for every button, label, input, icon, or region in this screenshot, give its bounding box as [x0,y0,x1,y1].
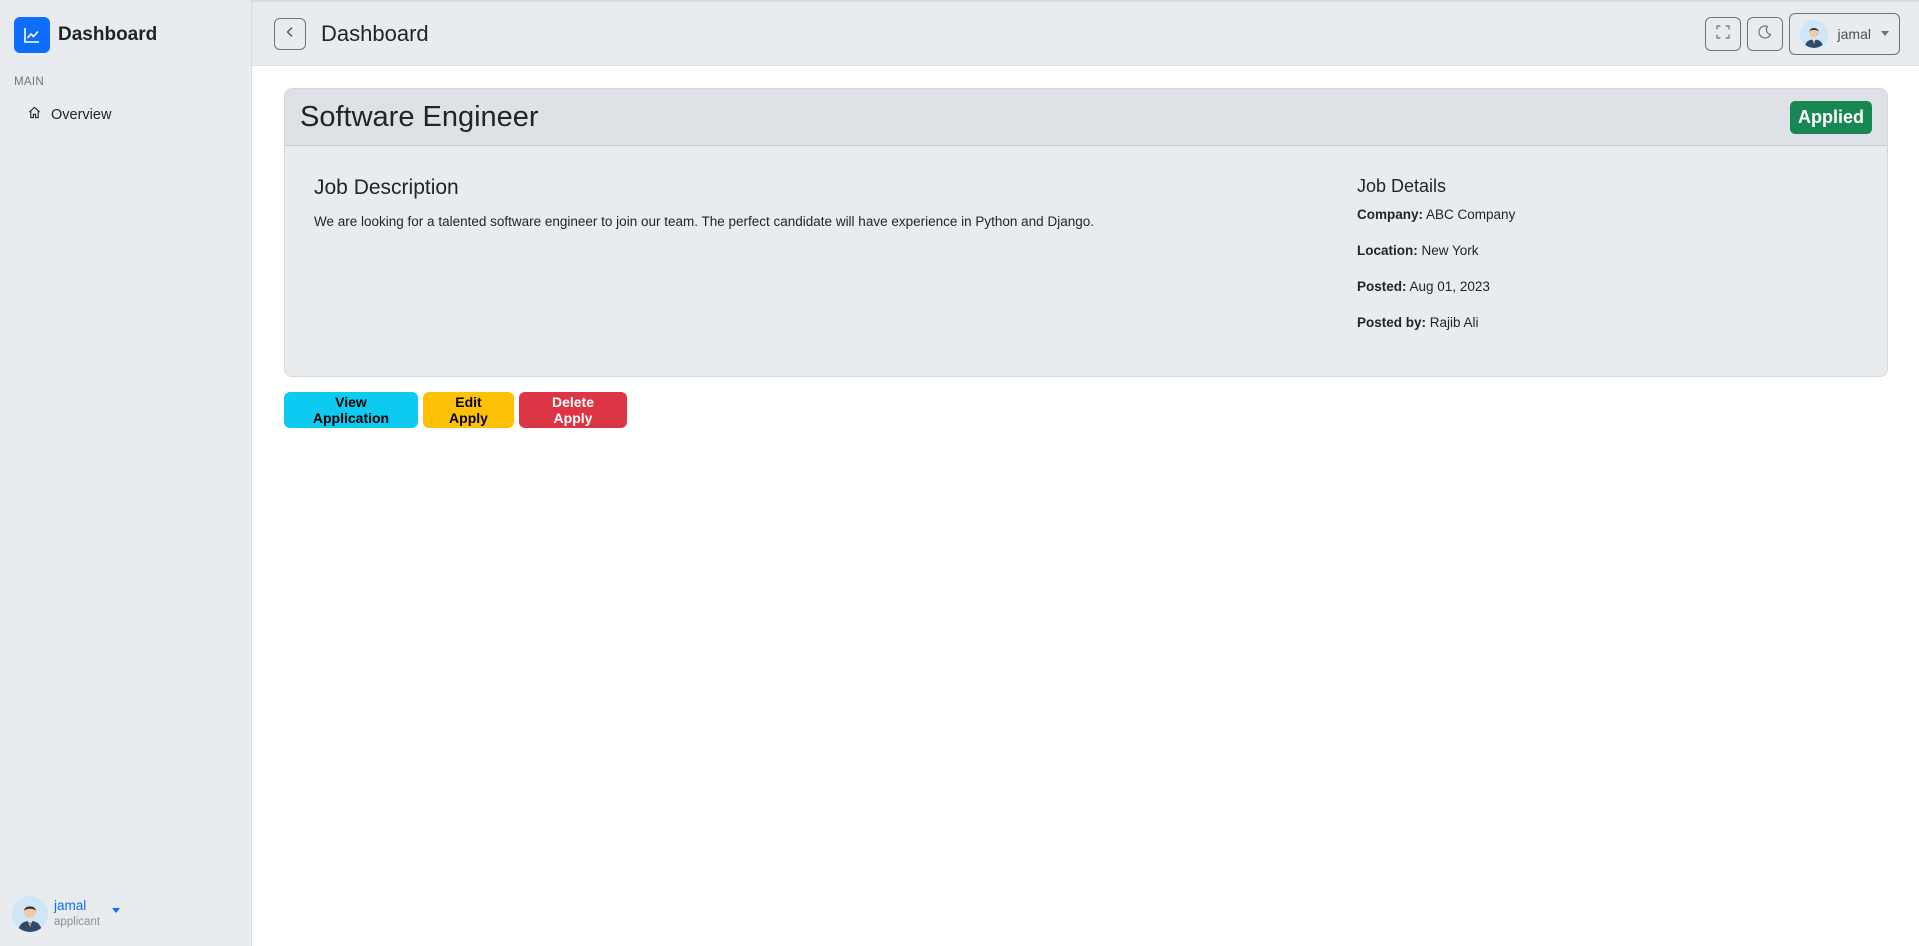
topbar: Dashboard jamal [252,0,1919,66]
status-badge: Applied [1790,100,1872,134]
brand[interactable]: Dashboard [0,0,251,53]
section-label-main: MAIN [14,76,44,88]
detail-label: Company: [1357,207,1424,222]
job-card-body: Job Description We are looking for a tal… [285,146,1887,376]
detail-label: Posted by: [1357,315,1427,330]
delete-apply-button[interactable]: Delete Apply [519,392,627,428]
sidebar-user-role: applicant [54,916,101,929]
sidebar: Dashboard MAIN Overview jamal applicant [0,0,252,946]
topbar-user-name: jamal [1837,25,1871,42]
detail-value: Rajib Ali [1429,315,1479,330]
chevron-left-icon [284,26,296,41]
job-details-heading: Job Details [1357,176,1447,196]
fullscreen-button[interactable] [1704,16,1741,51]
caret-down-icon [112,907,121,913]
sidebar-user-menu[interactable]: jamal applicant [12,896,121,932]
detail-posted-by: Posted by: Rajib Ali [1357,315,1515,330]
brand-title: Dashboard [58,23,158,45]
sidebar-user-name: jamal [54,898,87,914]
sidebar-item-overview[interactable]: Overview [0,100,251,129]
job-card: Software Engineer Applied Job Descriptio… [284,88,1888,377]
detail-posted: Posted: Aug 01, 2023 [1357,279,1515,294]
job-description-heading: Job Description [314,176,459,199]
chart-line-icon [14,16,50,53]
job-card-header: Software Engineer Applied [285,89,1887,146]
detail-location: Location: New York [1357,243,1515,258]
job-details-section: Job Details Company: ABC Company Locatio… [1357,146,1515,376]
content: Software Engineer Applied Job Descriptio… [252,66,1919,428]
action-buttons: View Application Edit Apply Delete Apply [284,392,1888,428]
fullscreen-icon [1715,25,1730,42]
page-title: Dashboard [321,20,429,46]
edit-apply-button[interactable]: Edit Apply [423,392,514,428]
detail-value: Aug 01, 2023 [1409,279,1490,294]
detail-value: ABC Company [1426,207,1516,222]
detail-value: New York [1421,243,1479,258]
detail-company: Company: ABC Company [1357,207,1515,222]
avatar [1799,19,1828,48]
job-title: Software Engineer [300,100,539,133]
user-menu-button[interactable]: jamal [1788,12,1900,55]
detail-label: Location: [1357,243,1418,258]
avatar [12,896,48,932]
home-icon [28,106,41,123]
back-button[interactable] [274,17,306,50]
sidebar-item-label: Overview [51,106,112,123]
theme-toggle-button[interactable] [1746,16,1783,51]
moon-icon [1757,25,1772,42]
view-application-button[interactable]: View Application [284,392,418,428]
job-description-section: Job Description We are looking for a tal… [314,146,1357,376]
detail-label: Posted: [1357,279,1407,294]
caret-down-icon [1881,31,1889,36]
job-description-text: We are looking for a talented software e… [314,214,1094,229]
app-root: Dashboard MAIN Overview jamal applicant … [0,0,1919,946]
main-area: Dashboard jamal Software Engineer Applie… [252,0,1919,946]
